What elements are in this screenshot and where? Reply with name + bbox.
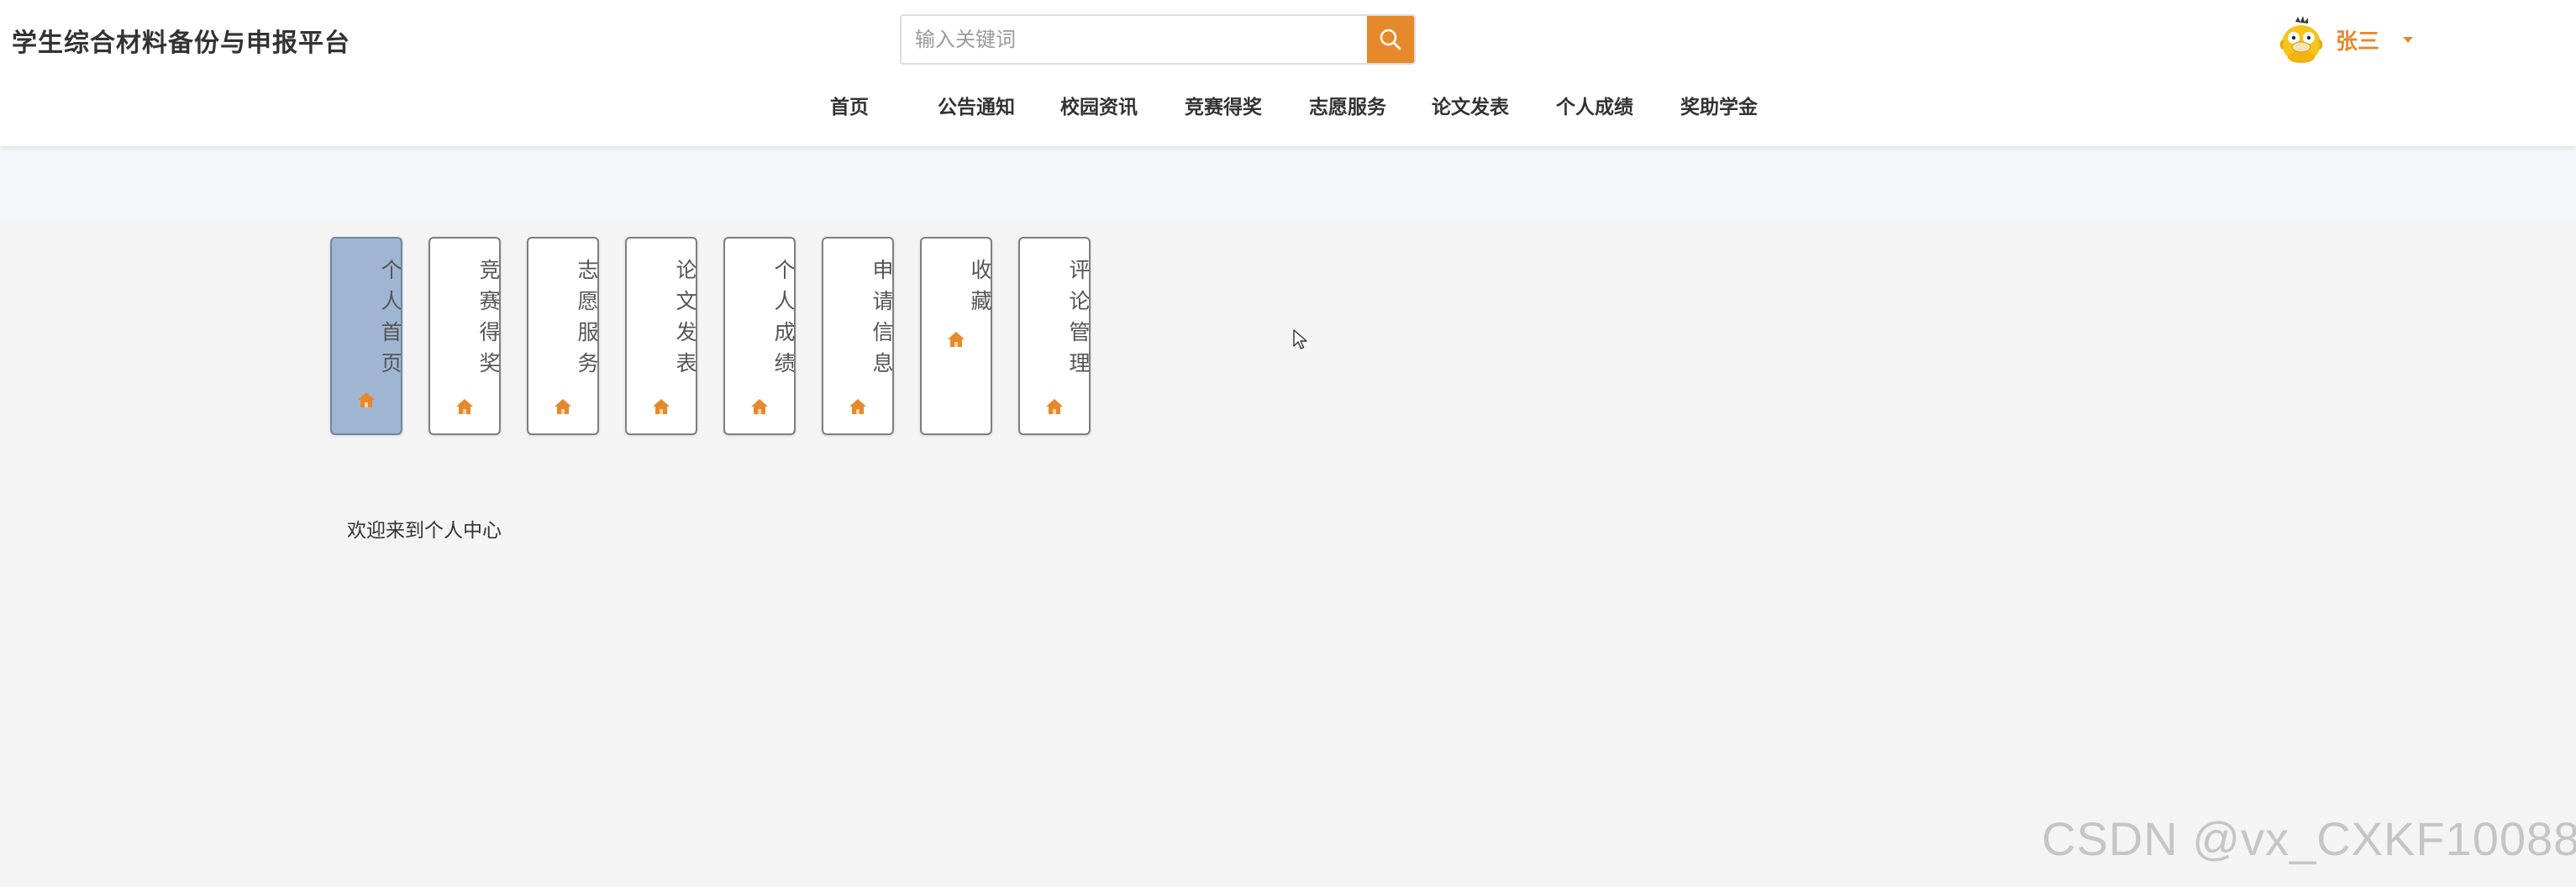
side-tab-comment-management[interactable]: 评论管理 [1018,237,1091,435]
home-icon [1046,399,1063,414]
welcome-message: 欢迎来到个人中心 [347,520,502,542]
side-tab-personal-home[interactable]: 个人首页 [330,237,402,435]
nav-item-announcements[interactable]: 公告通知 [938,91,1015,124]
site-title: 学生综合材料备份与申报平台 [12,29,350,58]
avatar[interactable] [2279,15,2324,64]
nav-item-paper-publications[interactable]: 论文发表 [1432,91,1509,124]
side-tab-favorites[interactable]: 收藏 [920,237,992,435]
search-input[interactable] [902,16,1367,63]
home-icon [751,399,768,414]
nav-item-scholarships[interactable]: 奖助学金 [1680,91,1758,124]
banner-strip [0,146,2576,222]
side-tab-label: 竞赛得奖 [476,259,501,383]
top-header: 学生综合材料备份与申报平台 张三 [0,0,2576,146]
side-tab-label: 论文发表 [673,259,697,383]
side-tab-volunteer-service[interactable]: 志愿服务 [527,237,599,435]
nav-item-home[interactable]: 首页 [830,91,869,124]
home-icon [849,399,866,414]
search-icon [1380,29,1401,50]
chevron-down-icon[interactable] [2403,36,2414,43]
cartoon-duck-avatar-icon [2279,16,2323,63]
side-tab-label: 收藏 [968,259,992,321]
home-icon [948,332,965,347]
home-icon [456,399,473,414]
side-tab-paper-publications[interactable]: 论文发表 [625,237,697,435]
side-tab-application-info[interactable]: 申请信息 [822,237,894,435]
home-icon [555,399,571,414]
mouse-cursor-icon [1293,329,1307,349]
main-nav: 首页 公告通知 校园资讯 竞赛得奖 志愿服务 论文发表 个人成绩 奖助学金 [0,91,2576,124]
nav-item-volunteer-service[interactable]: 志愿服务 [1309,91,1386,124]
home-icon [358,392,375,407]
side-tab-label: 个人成绩 [771,259,796,383]
side-tab-label: 志愿服务 [575,259,599,383]
user-menu[interactable]: 张三 [2279,12,2414,67]
watermark: CSDN @vx_CXKF10088 [2042,812,2576,865]
side-tab-label: 申请信息 [870,259,894,383]
nav-item-competition-awards[interactable]: 竞赛得奖 [1185,91,1262,124]
user-name[interactable]: 张三 [2336,24,2379,55]
side-tab-label: 个人首页 [378,259,402,383]
nav-item-campus-news[interactable]: 校园资讯 [1060,91,1138,124]
side-tab-personal-grades[interactable]: 个人成绩 [723,237,796,435]
nav-item-personal-grades[interactable]: 个人成绩 [1556,91,1633,124]
home-icon [653,399,670,414]
side-tab-competition-awards[interactable]: 竞赛得奖 [428,237,501,435]
side-tab-label: 评论管理 [1066,259,1091,383]
search-bar [900,14,1416,65]
search-button[interactable] [1367,16,1414,63]
